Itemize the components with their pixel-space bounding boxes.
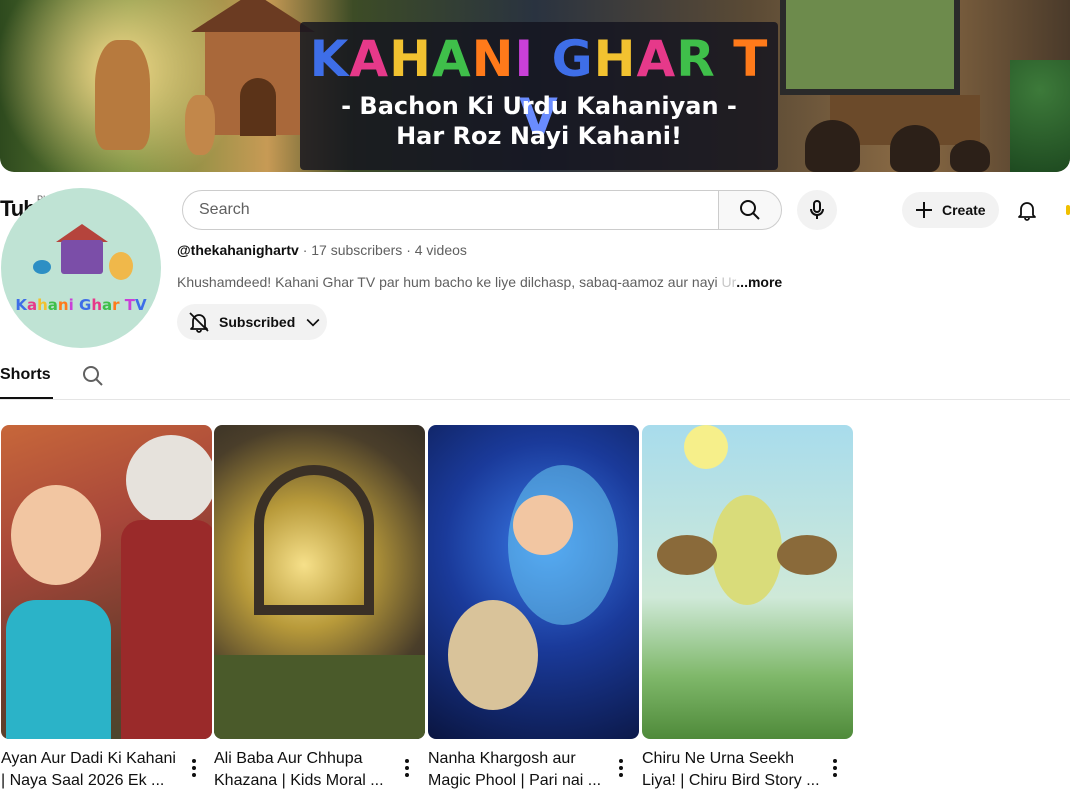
more-actions-button[interactable] [184,756,204,780]
short-thumbnail[interactable] [428,425,639,739]
description-text: Khushamdeed! Kahani Ghar TV par hum bach… [177,274,718,290]
more-actions-button[interactable] [397,756,417,780]
channel-handle: @thekahanighartv [177,242,299,258]
banner-title-letter: H [593,30,637,88]
sun-illustration [684,425,728,469]
more-actions-button[interactable] [825,756,845,780]
short-title[interactable]: Ali Baba Aur Chhupa Khazana | Kids Moral… [214,748,394,792]
search-button[interactable] [718,190,782,230]
search-input[interactable] [182,190,719,230]
banner-title-letter: T [733,30,769,88]
avatar-house-illustration [61,240,103,274]
search-icon [83,366,103,386]
short-card[interactable]: Nanha Khargosh aur Magic Phool | Pari na… [428,425,639,789]
banner-title-letter: R [676,30,716,88]
banner-plant-illustration [1010,60,1070,172]
avatar-name-letter: a [47,296,58,314]
banner-kid-illustration [805,120,860,172]
avatar-name-letter: n [57,296,69,314]
avatar-name-letter: i [68,296,74,314]
tab-shorts[interactable]: Shorts [0,366,53,399]
channel-search-button[interactable] [81,364,105,388]
grandma-dress-illustration [121,520,212,739]
plus-icon [916,202,932,218]
subscribed-label: Subscribed [219,314,296,330]
microphone-icon [810,200,824,219]
avatar-name-letter: a [26,296,38,314]
meta-separator: · [302,242,308,258]
banner-fawn-illustration [185,95,215,155]
description-fade-text: Ur [721,274,737,290]
bird-wing-illustration [777,535,837,575]
notifications-button[interactable] [1007,190,1047,230]
rabbit-illustration [448,600,538,710]
banner-tagline-1: - Bachon Ki Urdu Kahaniyan - [341,92,737,120]
banner-title-letter: N [471,30,515,88]
banner-title-letter: A [431,30,472,88]
fairy-face-illustration [513,495,573,555]
search-icon [740,200,760,220]
bird-body-illustration [712,495,782,605]
channel-avatar: Kahani Ghar TV [1,188,161,348]
subscribed-button[interactable]: Subscribed [177,304,327,340]
short-title[interactable]: Ayan Aur Dadi Ki Kahani | Naya Saal 2026… [1,748,181,792]
banner-kid-illustration [890,125,940,172]
create-label: Create [942,202,986,218]
create-button[interactable]: Create [902,192,999,228]
avatar-channel-name: Kahani Ghar TV [1,296,161,314]
avatar-name-letter: T [124,296,136,314]
banner-title-letter: A [636,30,677,88]
banner-door-illustration [240,78,276,136]
bird-wing-illustration [657,535,717,575]
more-actions-button[interactable] [611,756,631,780]
banner-title-letter: H [389,30,432,88]
avatar-name-letter: a [102,296,113,314]
avatar-edge-indicator[interactable] [1066,205,1070,215]
more-link[interactable]: ...more [736,274,782,290]
avatar-name-letter: h [91,296,103,314]
channel-description[interactable]: Khushamdeed! Kahani Ghar TV par hum bach… [177,274,782,290]
avatar-bird-illustration [33,260,51,274]
subscriber-count: 17 subscribers [311,242,403,258]
bell-off-icon [189,312,209,333]
short-card[interactable]: Ali Baba Aur Chhupa Khazana | Kids Moral… [214,425,425,789]
boy-face-illustration [11,485,101,585]
boy-hoodie-illustration [6,600,111,739]
avatar-name-letter: V [135,296,147,314]
tabs-divider [0,399,1070,400]
banner-tagline-2: Har Roz Nayi Kahani! [396,122,682,150]
short-title[interactable]: Chiru Ne Urna Seekh Liya! | Chiru Bird S… [642,748,822,792]
banner-tv-illustration [780,0,960,95]
banner-deer-illustration [95,40,150,150]
avatar-name-letter: h [37,296,48,314]
banner-title-letter: G [551,30,594,88]
bell-icon [1018,202,1036,221]
avatar-name-letter: G [79,296,92,314]
banner-kid-illustration [950,140,990,172]
avatar-name-letter: K [15,296,27,314]
chevron-down-icon [306,318,320,327]
short-thumbnail[interactable] [642,425,853,739]
avatar-cat-illustration [109,252,133,280]
voice-search-button[interactable] [797,190,837,230]
meta-separator: · [406,242,411,258]
short-title[interactable]: Nanha Khargosh aur Magic Phool | Pari na… [428,748,608,792]
grandma-hair-illustration [126,435,212,525]
short-thumbnail[interactable] [1,425,212,739]
banner-title-letter: I [514,30,535,88]
short-thumbnail[interactable] [214,425,425,739]
channel-banner: KAHANI GHAR TV - Bachon Ki Urdu Kahaniya… [0,0,1070,172]
cave-arch-illustration [254,465,374,615]
short-card[interactable]: Ayan Aur Dadi Ki Kahani | Naya Saal 2026… [1,425,212,789]
channel-meta: @thekahanighartv · 17 subscribers · 4 vi… [177,242,467,258]
banner-title-letter: K [309,30,350,88]
banner-title-letter: A [349,30,390,88]
avatar-name-letter: r [112,296,120,314]
video-count: 4 videos [414,242,467,258]
short-card[interactable]: Chiru Ne Urna Seekh Liya! | Chiru Bird S… [642,425,853,789]
treasure-ground-illustration [214,655,425,739]
